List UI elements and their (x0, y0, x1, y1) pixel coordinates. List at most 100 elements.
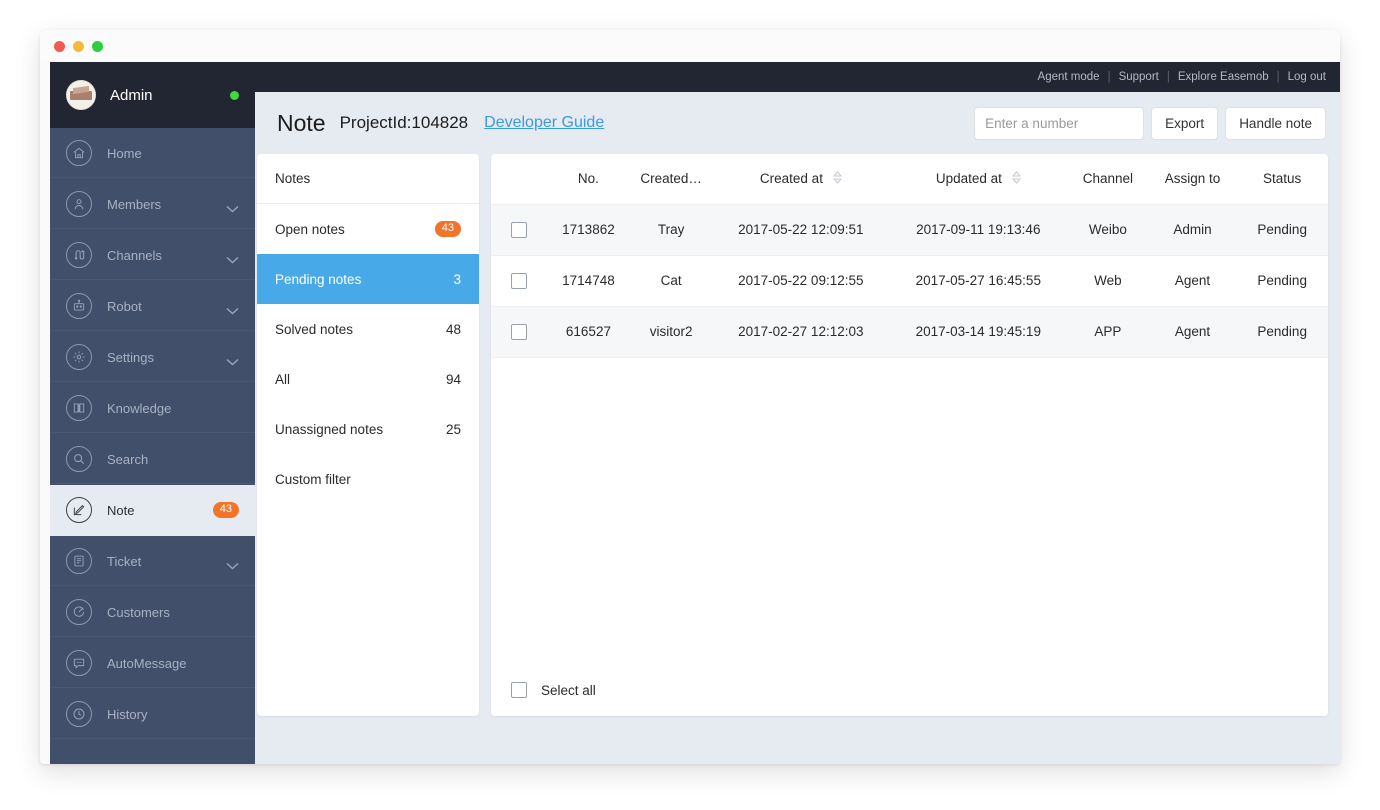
top-utility-bar: Agent mode | Support | Explore Easemob |… (255, 62, 1340, 92)
filter-label: All (275, 371, 291, 387)
select-all-row[interactable]: Select all (491, 664, 1328, 716)
table-header-row: No. Created… Created at Updated at Chann… (491, 154, 1328, 205)
page-title: Note (277, 109, 326, 136)
customers-icon (66, 599, 92, 625)
cell-created-by: visitor2 (630, 306, 713, 358)
sidebar-item-label: Members (107, 196, 162, 212)
minimize-window-button[interactable] (73, 40, 84, 52)
sidebar-item-customers[interactable]: Customers (50, 587, 255, 638)
avatar (66, 80, 96, 110)
table-body: 1713862 Tray 2017-05-22 12:09:51 2017-09… (491, 204, 1328, 358)
sidebar-item-label: Channels (107, 247, 162, 263)
filter-item-solved-notes[interactable]: Solved notes 48 (257, 304, 479, 354)
sidebar-item-label: AutoMessage (107, 655, 187, 671)
table-empty-space (491, 357, 1328, 664)
sidebar-item-home[interactable]: Home (50, 128, 255, 179)
sidebar-item-label: History (107, 706, 148, 722)
th-no[interactable]: No. (546, 154, 631, 205)
maximize-window-button[interactable] (92, 40, 103, 52)
row-checkbox[interactable] (510, 272, 527, 289)
channels-icon (66, 242, 92, 268)
filter-count: 3 (453, 271, 461, 287)
row-checkbox[interactable] (510, 323, 527, 340)
chevron-down-icon[interactable] (226, 200, 239, 213)
sort-toggle-icon[interactable] (832, 171, 842, 187)
handle-note-button[interactable]: Handle note (1225, 106, 1326, 140)
page-header: Note ProjectId:104828 Developer Guide Ex… (255, 92, 1340, 154)
filter-item-all[interactable]: All 94 (257, 354, 479, 404)
sidebar-item-automessage[interactable]: AutoMessage (50, 638, 255, 689)
chevron-down-icon[interactable] (226, 557, 239, 570)
sidebar-item-knowledge[interactable]: Knowledge (50, 383, 255, 434)
cell-assign-to: Agent (1148, 255, 1237, 307)
cell-created-at: 2017-05-22 12:09:51 (712, 204, 890, 256)
sidebar-item-settings[interactable]: Settings (50, 332, 255, 383)
table-head: No. Created… Created at Updated at Chann… (491, 154, 1328, 205)
home-icon (66, 140, 92, 166)
sidebar-item-label: Settings (107, 349, 154, 365)
cell-created-by: Tray (630, 204, 713, 256)
cell-updated-at: 2017-05-27 16:45:55 (889, 255, 1068, 307)
filter-label: Open notes (275, 221, 345, 237)
filter-item-pending-notes[interactable]: Pending notes 3 (257, 254, 479, 304)
history-icon (66, 701, 92, 727)
th-updated-at[interactable]: Updated at (889, 154, 1068, 205)
sidebar-item-note[interactable]: Note 43 (50, 485, 255, 536)
th-created-at[interactable]: Created at (712, 154, 890, 205)
notes-filter-panel: Notes Open notes 43 Pending notes 3 Solv… (257, 154, 479, 716)
select-all-label: Select all (541, 682, 596, 698)
sidebar-item-label: Knowledge (107, 400, 172, 416)
developer-guide-link[interactable]: Developer Guide (484, 114, 604, 132)
sidebar-item-label: Search (107, 451, 149, 467)
cell-created-at: 2017-05-22 09:12:55 (712, 255, 890, 307)
select-all-checkbox[interactable] (511, 682, 527, 698)
sidebar-item-label: Customers (107, 604, 170, 620)
chevron-down-icon[interactable] (226, 353, 239, 366)
table-row[interactable]: 616527 visitor2 2017-02-27 12:12:03 2017… (491, 306, 1328, 358)
chevron-down-icon[interactable] (226, 251, 239, 264)
th-created-at-label: Created at (759, 170, 823, 186)
search-input[interactable] (974, 106, 1145, 140)
row-checkbox-cell (491, 306, 547, 358)
sidebar-item-history[interactable]: History (50, 689, 255, 740)
row-checkbox[interactable] (510, 221, 527, 238)
support-link[interactable]: Support (1119, 71, 1159, 83)
th-status[interactable]: Status (1236, 154, 1328, 205)
sidebar-user-block[interactable]: Admin (50, 62, 255, 128)
sidebar-user-name: Admin (110, 86, 153, 104)
filter-item-open-notes[interactable]: Open notes 43 (257, 204, 479, 254)
chevron-down-icon[interactable] (226, 302, 239, 315)
project-id: ProjectId:104828 (339, 113, 469, 132)
cell-assign-to: Admin (1148, 204, 1237, 256)
th-channel[interactable]: Channel (1067, 154, 1149, 205)
sort-toggle-icon[interactable] (1011, 171, 1021, 187)
sidebar-item-members[interactable]: Members (50, 179, 255, 230)
table-row[interactable]: 1714748 Cat 2017-05-22 09:12:55 2017-05-… (491, 255, 1328, 307)
close-window-button[interactable] (54, 40, 65, 52)
filter-count: 25 (445, 421, 461, 437)
log-out-link[interactable]: Log out (1288, 71, 1326, 83)
table-row[interactable]: 1713862 Tray 2017-05-22 12:09:51 2017-09… (491, 204, 1328, 256)
explore-easemob-link[interactable]: Explore Easemob (1178, 71, 1269, 83)
sidebar-item-search[interactable]: Search (50, 434, 255, 485)
th-assign-to[interactable]: Assign to (1148, 154, 1237, 205)
th-created-by[interactable]: Created… (630, 154, 713, 205)
cell-created-at: 2017-02-27 12:12:03 (712, 306, 890, 358)
agent-mode-link[interactable]: Agent mode (1038, 71, 1100, 83)
panels-row: Notes Open notes 43 Pending notes 3 Solv… (255, 154, 1340, 716)
cell-channel: Weibo (1067, 204, 1149, 256)
sidebar-item-robot[interactable]: Robot (50, 281, 255, 332)
cell-channel: APP (1067, 306, 1149, 358)
notes-table: No. Created… Created at Updated at Chann… (491, 154, 1328, 358)
filter-item-unassigned-notes[interactable]: Unassigned notes 25 (257, 404, 479, 454)
sidebar-item-ticket[interactable]: Ticket (50, 536, 255, 587)
knowledge-icon (66, 395, 92, 421)
ticket-icon (66, 548, 92, 574)
filter-label: Solved notes (275, 321, 354, 337)
sidebar-item-channels[interactable]: Channels (50, 230, 255, 281)
sidebar-nav: Home Members Channels Robot Settings Kno… (50, 128, 255, 740)
window-titlebar (40, 30, 1340, 62)
row-checkbox-cell (491, 204, 547, 256)
filter-item-custom-filter[interactable]: Custom filter (257, 454, 479, 504)
export-button[interactable]: Export (1151, 106, 1219, 140)
